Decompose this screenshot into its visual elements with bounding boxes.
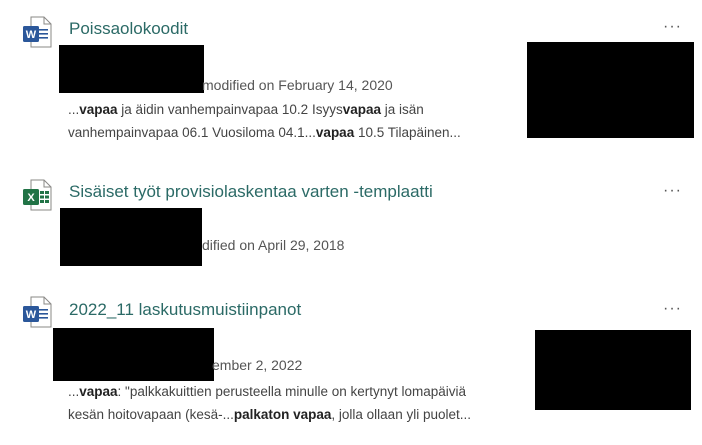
snippet-line: vanhempainvapaa 06.1 Vuosiloma 04.1...va… — [68, 121, 461, 144]
result-title[interactable]: Poissaolokoodit — [69, 19, 188, 39]
highlighted-term: vapaa — [79, 102, 118, 117]
highlighted-term: vapaa — [315, 125, 355, 140]
snippet-text: ... — [68, 102, 80, 117]
svg-text:W: W — [26, 309, 37, 321]
result-modified-date: dified on April 29, 2018 — [202, 237, 345, 253]
highlighted-term: vapaa — [79, 384, 118, 399]
snippet-text: ... — [68, 384, 80, 399]
svg-text:X: X — [27, 192, 35, 204]
search-result[interactable]: W 2022_11 laskutusmuistiinpanot ··· embe… — [0, 290, 702, 440]
search-result[interactable]: X Sisäiset työt provisiolaskentaa varten… — [0, 170, 702, 270]
excel-icon: X — [23, 179, 52, 211]
more-options-button[interactable]: ··· — [663, 182, 682, 200]
snippet-text: vanhempainvapaa 06.1 Vuosiloma 04.1... — [68, 125, 316, 140]
snippet-line: ...vapaa ja äidin vanhempainvapaa 10.2 I… — [68, 98, 461, 121]
snippet-text: , jolla ollaan yli puolet... — [331, 407, 471, 422]
result-title[interactable]: 2022_11 laskutusmuistiinpanot — [69, 300, 301, 320]
word-icon: W — [23, 296, 52, 328]
svg-text:W: W — [26, 29, 37, 41]
snippet-line: ...vapaa: "palkkakuittien perusteella mi… — [68, 380, 471, 403]
snippet-line: kesän hoitovapaan (kesä-...palkaton vapa… — [68, 403, 471, 426]
result-modified-date: modified on February 14, 2020 — [202, 77, 393, 93]
highlighted-term: palkaton vapaa — [233, 407, 332, 422]
result-title[interactable]: Sisäiset työt provisiolaskentaa varten -… — [69, 182, 433, 202]
snippet-text: ja isän — [380, 102, 424, 117]
redacted-author — [53, 328, 214, 381]
result-snippet: ...vapaa ja äidin vanhempainvapaa 10.2 I… — [68, 98, 461, 144]
highlighted-term: vapaa — [342, 102, 381, 117]
redacted-author — [59, 45, 204, 93]
snippet-text: ja äidin vanhempainvapaa 10.2 Isyys — [117, 102, 343, 117]
redacted-author — [60, 208, 202, 266]
snippet-text: : "palkkakuittien perusteella minulle on… — [117, 384, 467, 399]
snippet-text: 10.5 Tilapäinen... — [354, 125, 461, 140]
search-result[interactable]: W Poissaolokoodit ··· modified on Februa… — [0, 0, 702, 145]
result-modified-date: ember 2, 2022 — [212, 357, 303, 373]
snippet-text: kesän hoitovapaan (kesä-... — [68, 407, 234, 422]
word-icon: W — [23, 16, 52, 48]
result-snippet: ...vapaa: "palkkakuittien perusteella mi… — [68, 380, 471, 426]
more-options-button[interactable]: ··· — [663, 18, 682, 36]
redacted-thumbnail — [535, 330, 691, 410]
redacted-thumbnail — [527, 42, 694, 138]
more-options-button[interactable]: ··· — [663, 300, 682, 318]
